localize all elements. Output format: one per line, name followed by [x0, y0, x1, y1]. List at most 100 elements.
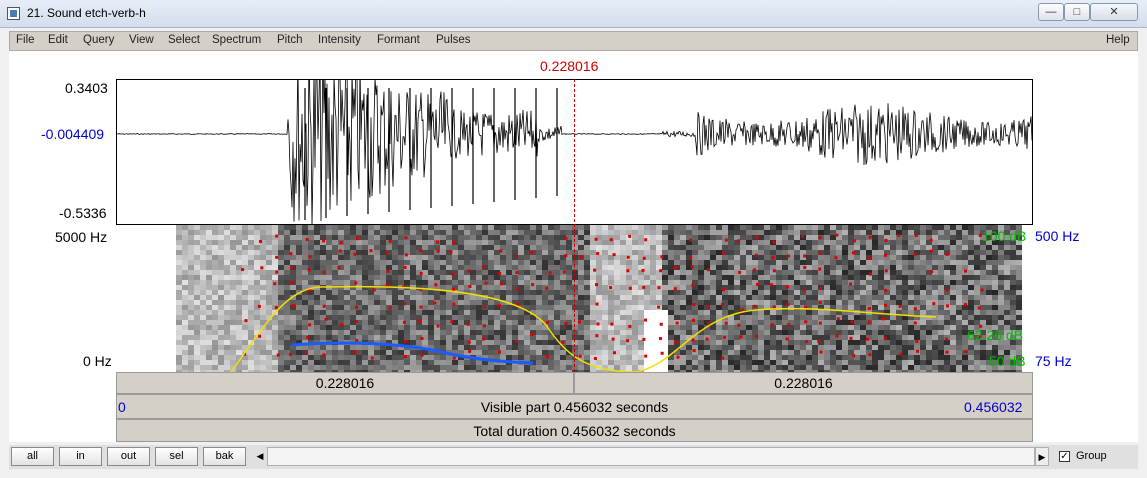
spectrogram-cell — [398, 240, 404, 245]
spectrogram-cell — [638, 315, 644, 320]
spectrogram-cell — [560, 365, 566, 370]
spectrogram-cell — [956, 345, 962, 350]
spectrogram-cell — [620, 310, 626, 315]
spectrogram-cell — [230, 315, 236, 320]
spectrogram-cell — [350, 365, 356, 370]
spectrogram-cell — [668, 320, 674, 325]
spectrogram-cell — [788, 260, 794, 265]
menu-pitch[interactable]: Pitch — [277, 34, 303, 46]
spectrogram-cell — [422, 250, 428, 255]
spectrogram-cell — [938, 255, 944, 260]
spectrogram-cell — [956, 255, 962, 260]
spectrogram-cell — [302, 315, 308, 320]
menu-query[interactable]: Query — [83, 34, 114, 46]
spectrogram-cell — [674, 290, 680, 295]
spectrogram-cell — [968, 315, 974, 320]
spectrogram-cell — [806, 310, 812, 315]
spectrogram-cell — [404, 260, 410, 265]
spectrogram-cell — [434, 295, 440, 300]
minimize-button[interactable]: — — [1038, 3, 1064, 21]
spectrogram-cell — [224, 250, 230, 255]
spectrogram-cell — [230, 280, 236, 285]
spectrogram-cell — [518, 330, 524, 335]
spectrogram-cell — [968, 285, 974, 290]
spectrogram-cell — [530, 365, 536, 370]
spectrogram-cell — [830, 320, 836, 325]
spectrogram-cell — [854, 330, 860, 335]
cursor-right-segment[interactable]: 0.228016 — [574, 372, 1033, 394]
spectrogram-cell — [476, 270, 482, 275]
menu-file[interactable]: File — [16, 34, 35, 46]
menu-intensity[interactable]: Intensity — [318, 34, 361, 46]
zoom-in-button[interactable]: in — [59, 447, 102, 466]
spectrogram-cell — [812, 260, 818, 265]
spectrogram-cell — [404, 360, 410, 365]
spectrogram-cell — [890, 305, 896, 310]
spectrogram-cell — [200, 230, 206, 235]
spectrogram-cell — [758, 350, 764, 355]
spectrogram-cell — [500, 275, 506, 280]
spectrogram-cell — [398, 245, 404, 250]
scroll-left-icon[interactable]: ◀ — [253, 447, 267, 466]
spectrogram-cell — [728, 270, 734, 275]
spectrogram-cell — [902, 355, 908, 360]
maximize-button[interactable]: □ — [1064, 3, 1090, 21]
spectrogram-cell — [314, 240, 320, 245]
group-checkbox[interactable]: ✓ — [1059, 451, 1070, 462]
horizontal-scrollbar[interactable] — [267, 447, 1035, 466]
spectrogram-cell — [182, 300, 188, 305]
spectrogram-cell — [506, 270, 512, 275]
zoom-back-button[interactable]: bak — [203, 447, 246, 466]
total-duration-bar[interactable]: Total duration 0.456032 seconds — [116, 419, 1033, 442]
spectrogram-cell — [254, 235, 260, 240]
spectrogram-cell — [728, 255, 734, 260]
zoom-selection-button[interactable]: sel — [155, 447, 198, 466]
menu-pulses[interactable]: Pulses — [436, 34, 471, 46]
spectrogram-cell — [656, 330, 662, 335]
spectrogram-cell — [752, 325, 758, 330]
spectrogram-cell — [560, 355, 566, 360]
spectrogram-cell — [680, 300, 686, 305]
visible-part-bar[interactable]: Visible part 0.456032 seconds — [116, 394, 1033, 419]
spectrogram-cell — [974, 365, 980, 370]
spectrogram-cell — [758, 340, 764, 345]
spectrogram-cell — [836, 325, 842, 330]
spectrogram-cell — [674, 230, 680, 235]
close-button[interactable]: ✕ — [1090, 3, 1138, 21]
menu-edit[interactable]: Edit — [48, 34, 68, 46]
spectrogram-cell — [890, 330, 896, 335]
spectrogram-cell — [920, 270, 926, 275]
spectrogram-cell — [374, 245, 380, 250]
spectrogram-cell — [674, 280, 680, 285]
spectrogram-cell — [974, 360, 980, 365]
zoom-out-button[interactable]: out — [107, 447, 150, 466]
spectrogram-cell — [470, 300, 476, 305]
menu-formant[interactable]: Formant — [377, 34, 420, 46]
spectrogram-cell — [482, 225, 488, 230]
spectrogram-cell — [308, 300, 314, 305]
zoom-all-button[interactable]: all — [11, 447, 54, 466]
menu-select[interactable]: Select — [168, 34, 200, 46]
spectrogram-cell — [488, 300, 494, 305]
formant-dot — [595, 283, 599, 287]
spectrogram-cell — [764, 325, 770, 330]
spectrogram-cell — [758, 245, 764, 250]
spectrogram-cell — [572, 315, 578, 320]
cursor-left-segment[interactable]: 0.228016 — [116, 372, 574, 394]
spectrogram-cell — [968, 300, 974, 305]
spectrogram-cell — [434, 340, 440, 345]
formant-dot — [884, 238, 888, 242]
formant-dot — [258, 239, 262, 243]
scroll-right-icon[interactable]: ▶ — [1035, 447, 1049, 466]
menu-spectrum[interactable]: Spectrum — [212, 34, 261, 46]
menu-help[interactable]: Help — [1106, 34, 1130, 46]
menu-view[interactable]: View — [129, 34, 154, 46]
spectrogram-cell — [932, 305, 938, 310]
spectrogram-cell — [248, 315, 254, 320]
spectrogram-cell — [488, 275, 494, 280]
spectrogram-cell — [200, 345, 206, 350]
spectrogram-cell — [200, 250, 206, 255]
spectrogram-cell — [506, 350, 512, 355]
spectrogram-bottom-freq: 0 Hz — [83, 353, 112, 369]
spectrogram-cell — [932, 345, 938, 350]
